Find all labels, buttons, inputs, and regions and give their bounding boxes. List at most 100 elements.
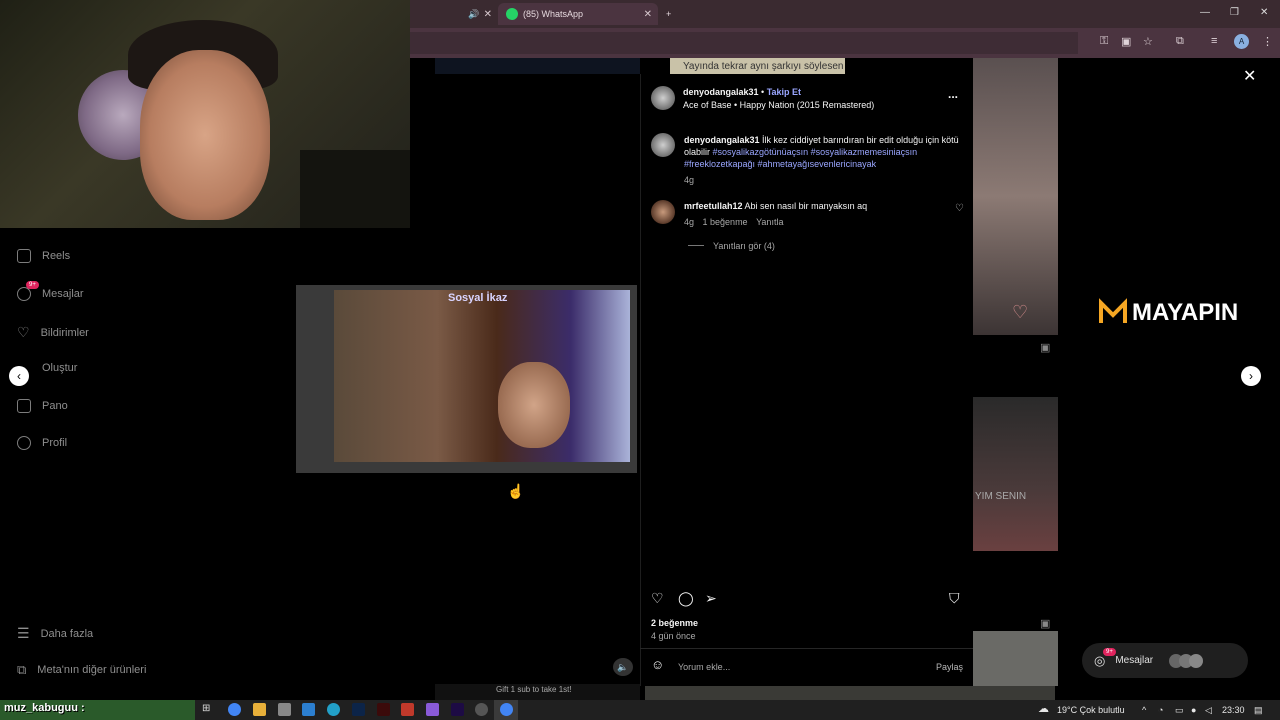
more-options-icon[interactable]: ...: [948, 88, 958, 100]
profile-icon: [17, 436, 31, 450]
password-icon[interactable]: ⚿: [1100, 35, 1108, 48]
like-icon[interactable]: ♡: [651, 590, 664, 607]
author-avatar[interactable]: [651, 86, 675, 110]
task-view-icon[interactable]: ⊞: [202, 703, 215, 716]
edge-icon[interactable]: [327, 703, 340, 716]
music-info[interactable]: Ace of Base • Happy Nation (2015 Remaste…: [683, 99, 874, 111]
comment-text: Abi sen nasıl bir manyaksın aq: [744, 201, 868, 211]
follow-button[interactable]: Takip Et: [767, 87, 801, 97]
chair: [300, 150, 410, 228]
stream-username: muz_kabuguu :: [4, 702, 85, 714]
gift-text: Gift 1 sub to take 1st!: [496, 685, 572, 694]
author-username[interactable]: denyodangalak31: [683, 87, 759, 97]
clock[interactable]: 23:30: [1222, 705, 1245, 715]
new-tab-button[interactable]: +: [666, 3, 671, 25]
comment-like-icon[interactable]: ♡: [955, 203, 964, 215]
post-header: denyodangalak31 • Takip Et: [683, 86, 801, 98]
sidebar-item-label: Pano: [42, 400, 68, 412]
mouse-cursor-icon: ☝: [507, 483, 525, 499]
comment-likes[interactable]: 1 beğenme: [703, 217, 748, 227]
sidebar-more-label: Daha fazla: [40, 627, 94, 640]
close-window-icon[interactable]: ✕: [1260, 7, 1268, 18]
save-icon[interactable]: ⛉: [949, 590, 960, 607]
reels-icon: ▣: [1040, 618, 1051, 630]
caption-hashtags[interactable]: #sosyalikazgötünüaçsın #sosyalikazmemesi…: [684, 147, 917, 169]
network-icon[interactable]: ◔: [1158, 705, 1163, 715]
app-icon[interactable]: [278, 703, 291, 716]
share-icon[interactable]: ➢: [705, 590, 717, 607]
sidebar-item-dashboard[interactable]: Pano: [17, 399, 68, 413]
file-explorer-icon[interactable]: [253, 703, 266, 716]
dashboard-icon: [17, 399, 31, 413]
close-tab-icon[interactable]: ✕: [644, 9, 652, 20]
sidebar-item-label: Oluştur: [42, 362, 78, 374]
caption-author[interactable]: denyodangalak31: [684, 135, 760, 145]
comment-meta: 4g 1 beğenme Yanıtla: [684, 216, 783, 228]
app-icon[interactable]: [302, 703, 315, 716]
sidebar-item-label: Mesajlar: [42, 288, 84, 300]
premiere-icon[interactable]: [451, 703, 464, 716]
separator: •: [761, 87, 765, 97]
tab-instagram[interactable]: 🔊 ✕: [418, 3, 498, 25]
sidebar-item-reels[interactable]: Reels: [17, 249, 70, 263]
profile-avatar[interactable]: A: [1234, 34, 1249, 49]
cast-icon[interactable]: ▣: [1121, 35, 1131, 48]
reply-button[interactable]: Yanıtla: [756, 217, 783, 227]
volume-icon[interactable]: ◁: [1205, 705, 1212, 716]
menu-icon[interactable]: ⋮: [1262, 35, 1273, 48]
app-icon[interactable]: [401, 703, 414, 716]
messages-pill[interactable]: ◎ 9+ Mesajlar: [1082, 643, 1248, 678]
sidebar-item-create[interactable]: Oluştur: [42, 362, 77, 374]
close-tab-icon[interactable]: ✕: [484, 9, 492, 20]
obs-icon[interactable]: [475, 703, 488, 716]
illustrator-icon[interactable]: [377, 703, 390, 716]
feed-tile: [973, 397, 1058, 551]
feed-tile: [973, 631, 1058, 686]
sidebar-item-label: Reels: [42, 250, 71, 262]
media-icon[interactable]: ≡: [1211, 35, 1217, 47]
caption-time: 4g: [684, 175, 695, 185]
sidebar-item-notifications[interactable]: ♡ Bildirimler: [17, 324, 89, 341]
banner-text: Yayında tekrar aynı şarkıyı söylesen: [683, 61, 844, 72]
message-badge: 9+: [26, 281, 39, 289]
next-post-button[interactable]: ›: [1241, 366, 1261, 386]
notifications-icon[interactable]: ▤: [1254, 705, 1263, 716]
comment-icon[interactable]: ◯: [678, 590, 694, 607]
webcam-overlay: [0, 0, 410, 228]
post-comment-button[interactable]: Paylaş: [936, 661, 963, 673]
photoshop-icon[interactable]: [352, 703, 365, 716]
onedrive-icon[interactable]: ▭: [1175, 705, 1184, 716]
sidebar-meta[interactable]: ⧉ Meta'nın diğer ürünleri: [17, 662, 146, 678]
close-modal-icon[interactable]: ✕: [1243, 66, 1256, 86]
sidebar-item-messages[interactable]: 9+ Mesajlar: [17, 281, 84, 301]
bookmark-star-icon[interactable]: ☆: [1143, 35, 1153, 48]
video-frame: [334, 290, 630, 462]
tab-whatsapp[interactable]: (85) WhatsApp ✕: [498, 3, 658, 25]
comment-avatar[interactable]: [651, 200, 675, 224]
speaker-icon[interactable]: 🔊: [468, 9, 479, 20]
mic-icon[interactable]: ●: [1191, 705, 1196, 715]
message-badge: 9+: [1103, 647, 1116, 656]
comment-author[interactable]: mrfeetullah12: [684, 201, 743, 211]
minimize-icon[interactable]: —: [1200, 7, 1210, 18]
weather-text[interactable]: 19°C Çok bulutlu: [1057, 705, 1125, 715]
likes-count[interactable]: 2 beğenme: [651, 617, 698, 629]
tab-label: (85) WhatsApp: [523, 9, 584, 19]
feed-tile: [435, 58, 640, 74]
restore-icon[interactable]: ❐: [1230, 7, 1239, 18]
address-bar[interactable]: [410, 32, 1078, 54]
extensions-icon[interactable]: ⧉: [1176, 35, 1184, 48]
chrome-active-icon[interactable]: [500, 703, 513, 716]
app-icon[interactable]: [426, 703, 439, 716]
sidebar-more[interactable]: ☰ Daha fazla: [17, 625, 93, 642]
chrome-icon[interactable]: [228, 703, 241, 716]
previous-post-button[interactable]: ‹: [9, 366, 29, 386]
reels-icon: [17, 249, 31, 263]
emoji-icon[interactable]: ☺: [651, 658, 664, 671]
comment-input[interactable]: Yorum ekle...: [678, 661, 730, 673]
sidebar-item-profile[interactable]: Profil: [17, 436, 67, 450]
tray-chevron-icon[interactable]: ^: [1142, 705, 1146, 715]
view-replies[interactable]: Yanıtları gör (4): [713, 240, 775, 252]
volume-icon[interactable]: 🔈: [613, 658, 633, 676]
caption-avatar[interactable]: [651, 133, 675, 157]
